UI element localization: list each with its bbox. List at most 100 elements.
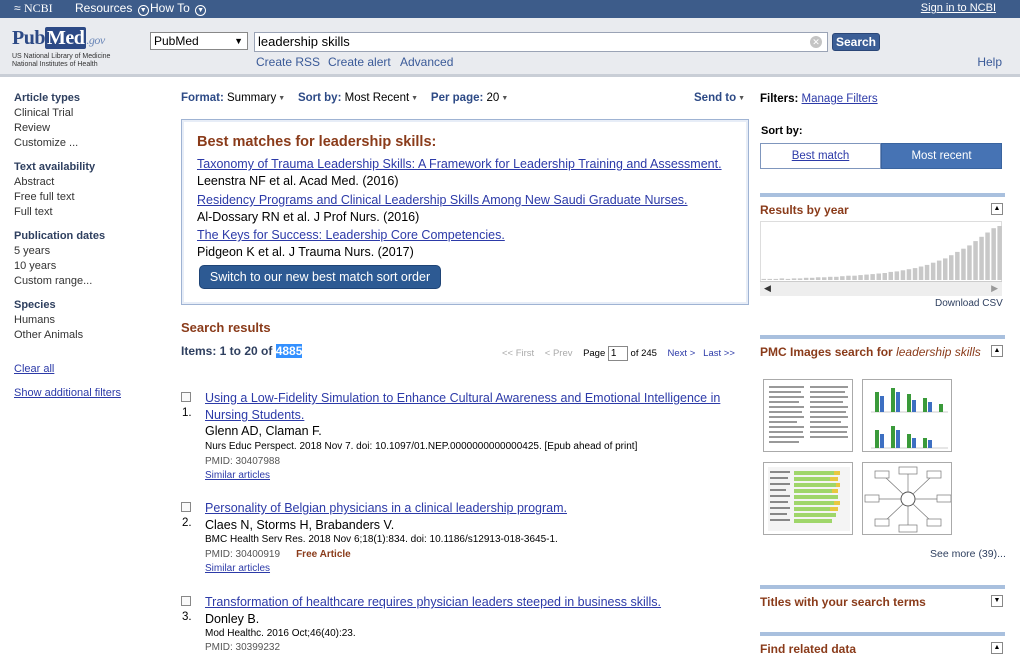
filter-abstract[interactable]: Abstract: [14, 175, 174, 190]
year-bar[interactable]: [943, 258, 948, 280]
filter-10-years[interactable]: 10 years: [14, 259, 174, 274]
switch-sort-order-button[interactable]: Switch to our new best match sort order: [199, 265, 441, 289]
year-bar[interactable]: [828, 276, 833, 280]
similar-articles-link[interactable]: Similar articles: [205, 563, 270, 574]
year-bar[interactable]: [979, 236, 984, 280]
filter-humans[interactable]: Humans: [14, 313, 174, 328]
filter-full-text[interactable]: Full text: [14, 205, 174, 220]
download-csv-link[interactable]: Download CSV: [935, 298, 1003, 309]
year-bar[interactable]: [930, 262, 936, 280]
help-link[interactable]: Help: [977, 55, 1002, 69]
filter-customize[interactable]: Customize ...: [14, 136, 174, 151]
year-bar[interactable]: [785, 278, 791, 280]
year-bar[interactable]: [858, 275, 863, 280]
expand-down-icon[interactable]: ▼: [991, 595, 1003, 607]
advanced-search-link[interactable]: Advanced: [400, 55, 453, 69]
sort-best-match-button[interactable]: Best match: [760, 143, 881, 169]
year-bar[interactable]: [797, 278, 803, 280]
last-page-link[interactable]: Last >>: [703, 348, 735, 359]
result-title[interactable]: Using a Low-Fidelity Simulation to Enhan…: [205, 390, 735, 424]
year-bar[interactable]: [761, 278, 767, 280]
similar-articles-link[interactable]: Similar articles: [205, 470, 270, 481]
year-bar[interactable]: [912, 268, 918, 280]
year-bar[interactable]: [997, 226, 1002, 280]
year-bar[interactable]: [779, 278, 785, 280]
titles-search-terms-header[interactable]: Titles with your search terms ▼: [760, 585, 1005, 609]
year-bar[interactable]: [767, 278, 773, 280]
show-additional-filters-link[interactable]: Show additional filters: [14, 387, 121, 399]
howto-menu[interactable]: How To ▼: [150, 1, 207, 16]
pmc-image-thumbnail[interactable]: [862, 379, 952, 452]
year-bar[interactable]: [949, 255, 954, 280]
result-title[interactable]: Transformation of healthcare requires ph…: [205, 594, 735, 611]
year-bar[interactable]: [840, 276, 845, 280]
year-bar[interactable]: [991, 228, 996, 280]
year-bar[interactable]: [888, 271, 894, 280]
per-page-menu[interactable]: Per page: 20 ▼: [431, 92, 508, 104]
create-alert-link[interactable]: Create alert: [328, 55, 391, 69]
pubmed-logo[interactable]: Pub Med .gov: [12, 27, 105, 50]
filter-free-full-text[interactable]: Free full text: [14, 190, 174, 205]
filter-other-animals[interactable]: Other Animals: [14, 328, 174, 343]
resources-menu[interactable]: Resources ▼: [75, 1, 149, 16]
clear-all-link[interactable]: Clear all: [14, 363, 54, 375]
sort-most-recent-button[interactable]: Most recent: [881, 143, 1002, 169]
see-more-images-link[interactable]: See more (39)...: [930, 548, 1006, 560]
next-page-link[interactable]: Next >: [668, 348, 696, 359]
year-bar[interactable]: [834, 276, 839, 280]
scroll-left-icon[interactable]: ◀: [764, 283, 771, 294]
sign-in-link[interactable]: Sign in to NCBI: [921, 2, 996, 14]
send-to-menu[interactable]: Send to ▼: [694, 92, 745, 104]
pmc-image-thumbnail[interactable]: [763, 462, 853, 535]
year-bar[interactable]: [803, 277, 809, 280]
best-match-title[interactable]: The Keys for Success: Leadership Core Co…: [197, 228, 505, 242]
collapse-up-icon[interactable]: ▲: [991, 203, 1003, 215]
manage-filters-link[interactable]: Manage Filters: [802, 93, 878, 105]
year-bar[interactable]: [846, 275, 851, 280]
page-number-input[interactable]: 1: [607, 346, 628, 361]
pmc-image-thumbnail[interactable]: [862, 462, 952, 535]
year-bar[interactable]: [815, 277, 821, 280]
best-match-title[interactable]: Taxonomy of Trauma Leadership Skills: A …: [197, 157, 722, 171]
best-match-title[interactable]: Residency Programs and Clinical Leadersh…: [197, 193, 688, 207]
search-input[interactable]: leadership skills ✕: [254, 32, 828, 52]
year-bar[interactable]: [894, 271, 900, 280]
filter-clinical-trial[interactable]: Clinical Trial: [14, 106, 174, 121]
year-bar[interactable]: [924, 264, 930, 280]
database-select[interactable]: PubMed ▼: [150, 32, 248, 50]
result-title[interactable]: Personality of Belgian physicians in a c…: [205, 500, 735, 517]
year-bar[interactable]: [882, 273, 888, 280]
year-bar[interactable]: [900, 270, 906, 280]
filter-custom-range[interactable]: Custom range...: [14, 274, 174, 289]
year-bar[interactable]: [936, 260, 942, 280]
format-menu[interactable]: Format: Summary ▼: [181, 92, 288, 104]
year-bar[interactable]: [773, 278, 779, 280]
year-bar[interactable]: [973, 241, 978, 280]
result-checkbox[interactable]: [181, 596, 191, 606]
year-bar[interactable]: [822, 277, 827, 280]
result-checkbox[interactable]: [181, 392, 191, 402]
collapse-up-icon[interactable]: ▲: [991, 642, 1003, 654]
create-rss-link[interactable]: Create RSS: [256, 55, 320, 69]
year-bar[interactable]: [961, 248, 966, 280]
year-bar[interactable]: [955, 251, 960, 280]
find-related-data-header[interactable]: Find related data ▲: [760, 632, 1005, 656]
year-bar[interactable]: [870, 274, 875, 280]
year-bar[interactable]: [967, 245, 972, 280]
clear-search-icon[interactable]: ✕: [810, 36, 822, 48]
sort-menu[interactable]: Sort by: Most Recent ▼: [298, 92, 421, 104]
chart-scrollbar[interactable]: ◀ ▶: [760, 281, 1002, 296]
year-bar[interactable]: [791, 278, 797, 280]
search-button[interactable]: Search: [832, 33, 880, 51]
result-checkbox[interactable]: [181, 502, 191, 512]
year-bar[interactable]: [906, 269, 912, 280]
year-bar[interactable]: [852, 275, 857, 280]
year-bar[interactable]: [864, 274, 869, 280]
year-bar[interactable]: [918, 266, 924, 281]
pmc-image-thumbnail[interactable]: [763, 379, 853, 452]
scroll-right-icon[interactable]: ▶: [991, 283, 998, 294]
filter-review[interactable]: Review: [14, 121, 174, 136]
first-page-link[interactable]: << First: [502, 348, 534, 359]
prev-page-link[interactable]: < Prev: [545, 348, 573, 359]
ncbi-logo[interactable]: ≈ NCBI: [14, 1, 53, 16]
